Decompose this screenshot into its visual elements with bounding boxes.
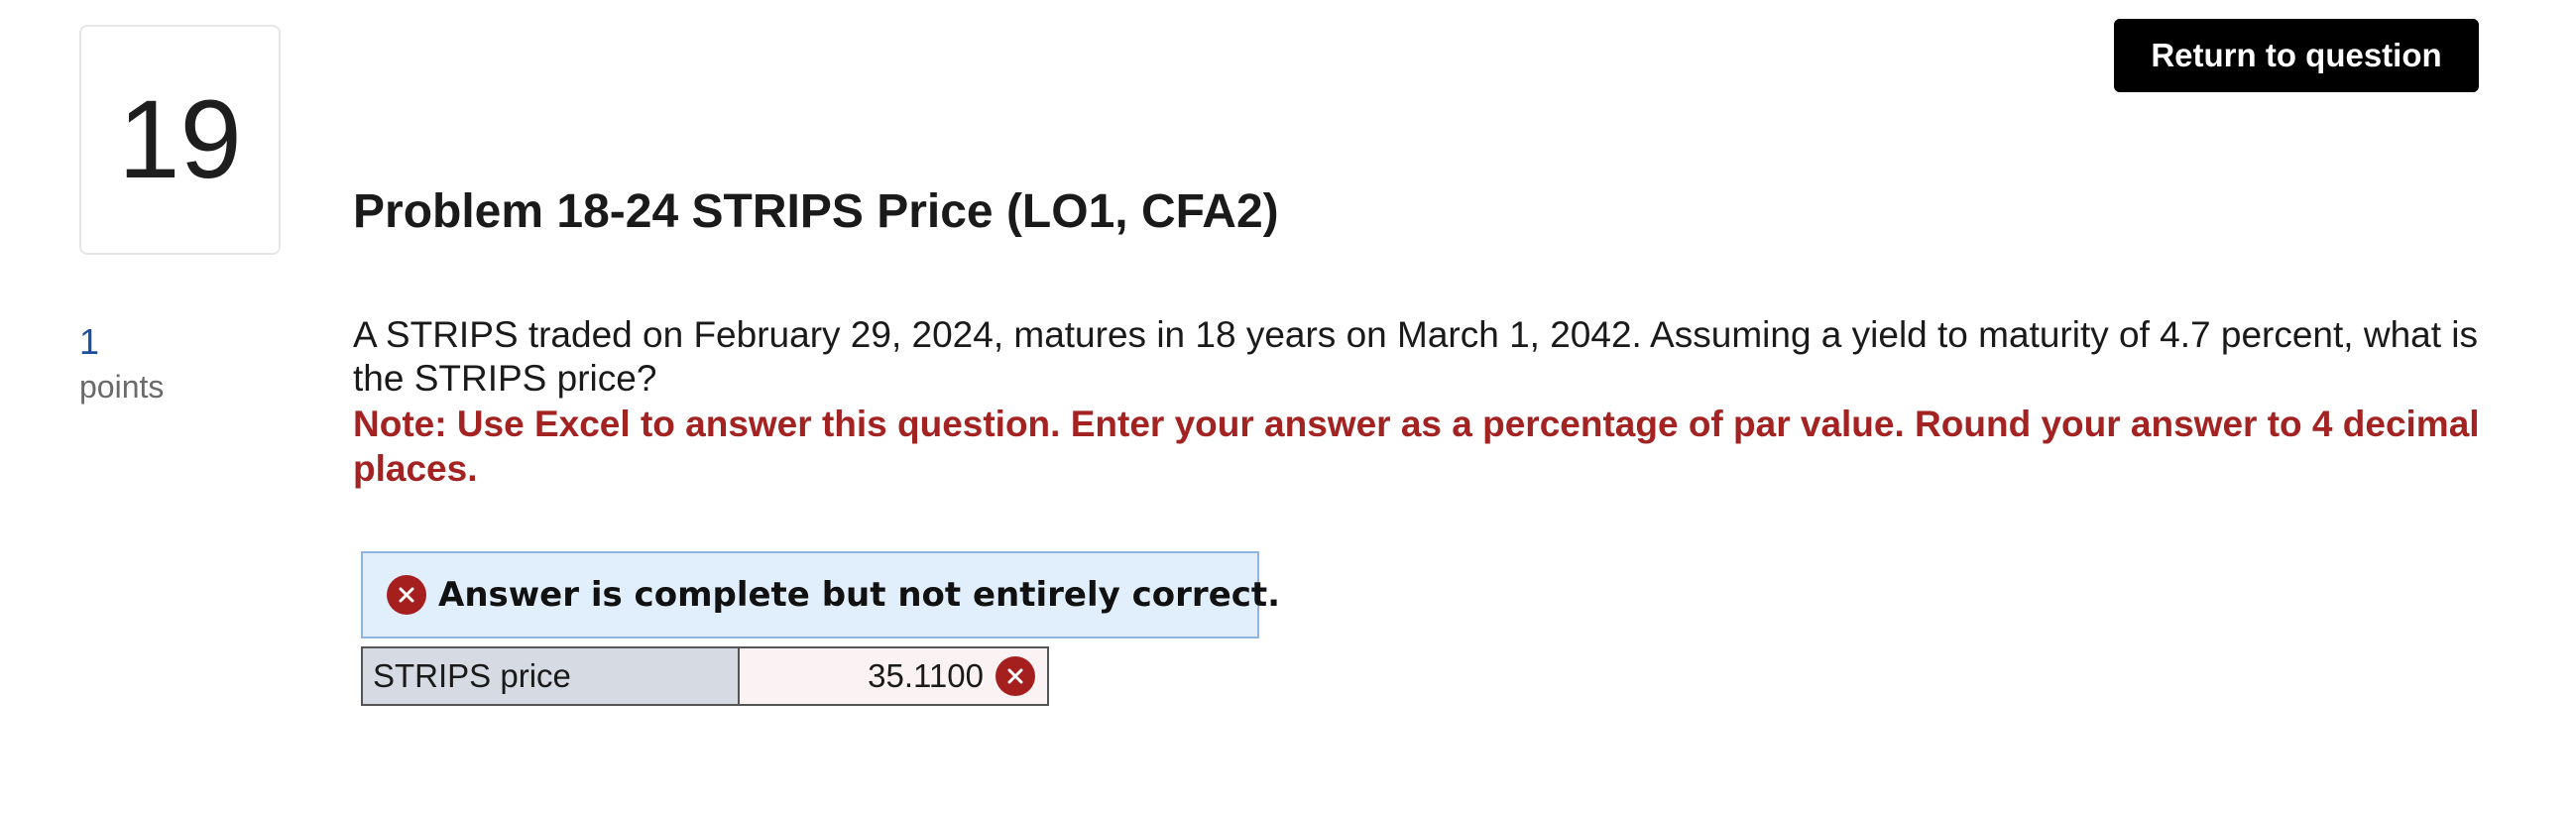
answer-row-value-cell: 35.1100	[740, 648, 1047, 704]
incorrect-x-icon	[995, 656, 1035, 696]
answer-status-text: Answer is complete but not entirely corr…	[438, 575, 1281, 615]
points-label: points	[79, 369, 165, 405]
problem-title: Problem 18-24 STRIPS Price (LO1, CFA2)	[353, 185, 1279, 238]
x-circle-icon	[387, 575, 426, 615]
question-text: A STRIPS traded on February 29, 2024, ma…	[353, 314, 2479, 399]
answer-table: STRIPS price 35.1100	[361, 646, 1049, 706]
question-note: Note: Use Excel to answer this question.…	[353, 404, 2480, 489]
question-number-box: 19	[79, 25, 281, 255]
question-number: 19	[118, 77, 242, 201]
answer-status-banner: Answer is complete but not entirely corr…	[361, 551, 1280, 639]
return-to-question-button[interactable]: Return to question	[2114, 19, 2479, 92]
answer-row-label: STRIPS price	[363, 648, 740, 704]
answer-value: 35.1100	[868, 657, 984, 694]
points-value: 1	[79, 321, 100, 362]
